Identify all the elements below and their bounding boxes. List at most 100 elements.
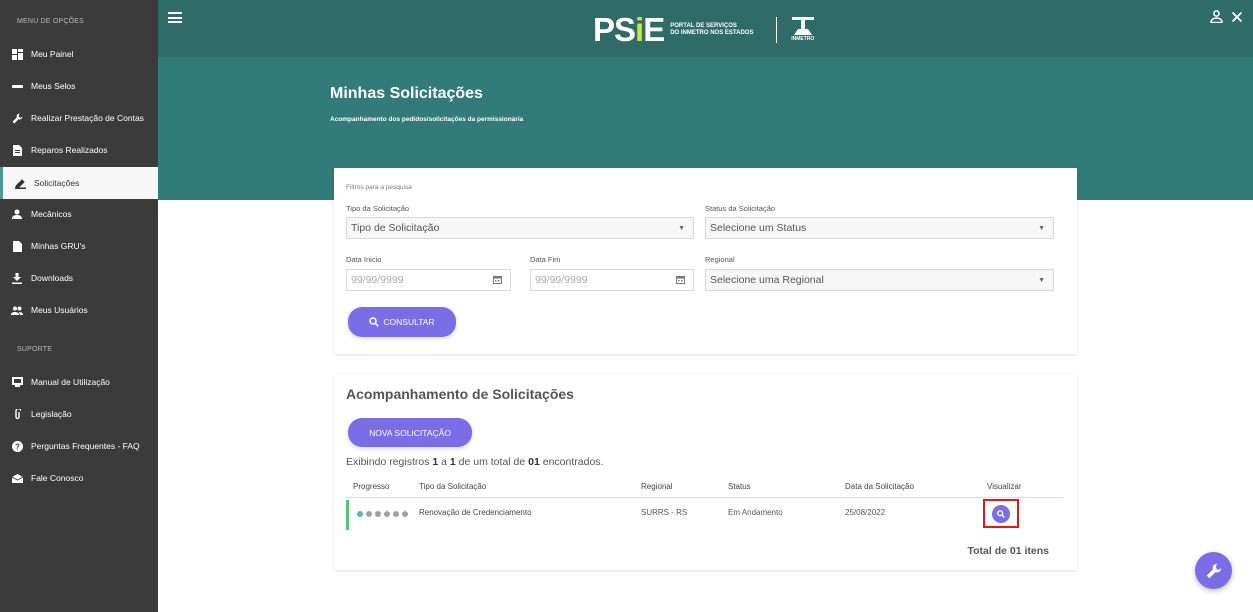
page-subtitle: Acompanhamento dos pedidos/solicitações … [330,116,524,123]
sidebar-item-label: Meu Painel [31,49,74,59]
sidebar-item-downloads[interactable]: Downloads [0,262,158,294]
sidebar-item-prestacao-contas[interactable]: Realizar Prestação de Contas [0,102,158,134]
status-select-value: Selecione um Status [710,222,807,234]
results-title: Acompanhamento de Solicitações [346,386,574,402]
support-section-title: SUPORTE [17,346,53,353]
tipo-select[interactable]: Tipo de Solicitação ▼ [346,217,694,239]
sidebar-item-manual[interactable]: Manual de Utilização [0,366,158,398]
inmetro-logo: INMETRO [791,17,814,42]
sidebar-item-label: Reparos Realizados [31,145,108,155]
header-actions [1210,10,1243,28]
col-header-status: Status [728,482,751,491]
sidebar-item-mecanicos[interactable]: Mecânicos [0,198,158,230]
col-header-progresso: Progresso [353,482,390,491]
seal-icon [11,80,23,92]
table-header-divider [346,497,1063,498]
users-icon [11,304,23,316]
filter-card: Filtros para a pesquisa Tipo da Solicita… [334,168,1077,354]
sidebar-item-solicitacoes[interactable]: Solicitações [0,167,158,199]
progress-step-done [357,511,363,517]
regional-select[interactable]: Selecione uma Regional ▼ [705,269,1054,291]
dashboard-icon [11,48,23,60]
col-header-regional: Regional [641,482,673,491]
page-title: Minhas Solicitações [330,85,483,102]
sidebar-item-fale-conosco[interactable]: Fale Conosco [0,462,158,494]
sidebar-item-reparos[interactable]: Reparos Realizados [0,134,158,166]
sidebar-item-meu-painel[interactable]: Meu Painel [0,38,158,70]
close-icon[interactable] [1231,10,1243,28]
tipo-select-value: Tipo de Solicitação [351,222,440,234]
progress-step [384,511,390,517]
col-header-tipo: Tipo da Solicitação [419,482,487,491]
sidebar-item-label: Downloads [31,273,74,283]
sidebar-item-meus-usuarios[interactable]: Meus Usuários [0,294,158,326]
sidebar-item-legislacao[interactable]: Legislação [0,398,158,430]
caret-down-icon: ▼ [678,225,685,232]
wrench-icon [1206,563,1221,578]
psie-logo: PSiE PORTAL DE SERVIÇOS DO INMETRO NOS E… [593,13,814,46]
filter-caption: Filtros para a pesquisa [346,184,412,191]
nova-solicitacao-button[interactable]: NOVA SOLICITAÇÃO [348,418,472,447]
book-icon [11,376,23,388]
data-inicio-label: Data Inicio [346,255,382,264]
consultar-label: CONSULTAR [383,317,435,327]
data-fim-label: Data Fim [530,255,561,264]
menu-toggle-icon[interactable] [168,12,182,23]
svg-text:?: ? [15,442,20,451]
user-icon[interactable] [1210,10,1223,28]
caret-down-icon: ▼ [1038,225,1045,232]
sidebar-item-label: Fale Conosco [31,473,84,483]
regional-label: Regional [705,255,735,264]
question-icon: ? [11,440,23,452]
calendar-icon[interactable] [676,275,685,287]
data-inicio-placeholder: 99/99/9999 [351,274,404,286]
cell-data: 25/08/2022 [845,508,886,517]
cell-status: Em Andamento [728,508,783,517]
progress-indicator [357,511,408,517]
sidebar-item-label: Manual de Utilização [31,377,110,387]
tools-fab[interactable] [1195,552,1232,589]
search-icon [369,317,380,327]
progress-step [366,511,372,517]
document-icon [11,144,23,156]
data-inicio-input[interactable]: 99/99/9999 [346,269,511,291]
download-icon [11,272,23,284]
sidebar-item-label: Meus Usuários [31,305,88,315]
regional-select-value: Selecione uma Regional [710,274,824,286]
sidebar: MENU DE OPÇÕES Meu Painel Meus Selos Rea… [0,0,158,612]
visualizar-highlight[interactable] [983,499,1019,528]
pen-icon [14,177,26,189]
visualizar-button[interactable] [992,504,1010,523]
data-fim-input[interactable]: 99/99/9999 [530,269,694,291]
consultar-button[interactable]: CONSULTAR [348,307,456,337]
status-select[interactable]: Selecione um Status ▼ [705,217,1054,239]
records-summary: Exibindo registros 1 a 1 de um total de … [346,456,604,468]
sidebar-item-label: Solicitações [34,178,80,188]
results-card: Acompanhamento de Solicitações NOVA SOLI… [334,374,1077,570]
caret-down-icon: ▼ [1038,277,1045,284]
inmetro-mark-icon [791,17,814,35]
progress-step [393,511,399,517]
data-fim-placeholder: 99/99/9999 [535,274,588,286]
calendar-icon[interactable] [493,275,502,287]
top-header: PSiE PORTAL DE SERVIÇOS DO INMETRO NOS E… [158,0,1253,57]
sidebar-item-faq[interactable]: ? Perguntas Frequentes - FAQ [0,430,158,462]
sidebar-item-label: Legislação [31,409,72,419]
file-icon [11,240,23,252]
sidebar-item-meus-selos[interactable]: Meus Selos [0,70,158,102]
nova-solicitacao-label: NOVA SOLICITAÇÃO [369,427,451,438]
wrench-icon [11,112,23,124]
logo-wordmark: PSiE [593,11,665,48]
logo-tagline: PORTAL DE SERVIÇOS DO INMETRO NOS ESTADO… [670,22,754,36]
person-icon [11,208,23,220]
sidebar-item-label: Mecânicos [31,209,72,219]
paperclip-icon [11,408,23,420]
sidebar-item-label: Realizar Prestação de Contas [31,113,144,123]
menu-section-title: MENU DE OPÇÕES [17,18,84,25]
sidebar-item-minhas-grus[interactable]: Minhas GRU's [0,230,158,262]
tipo-label: Tipo da Solicitação [346,204,410,213]
app: MENU DE OPÇÕES Meu Painel Meus Selos Rea… [0,0,1253,612]
sidebar-item-label: Meus Selos [31,81,76,91]
cell-tipo: Renovação de Credenciamento [419,508,532,517]
logo-divider [776,16,778,43]
